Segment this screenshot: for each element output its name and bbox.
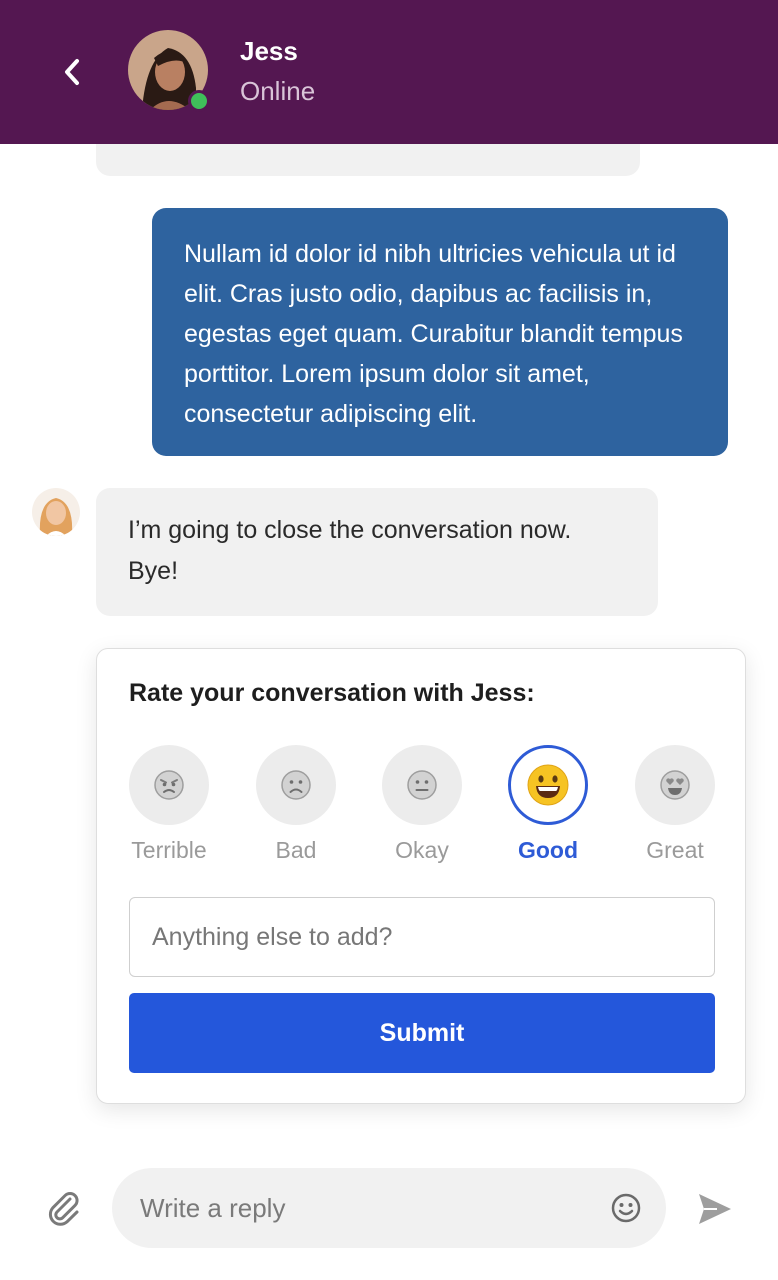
rating-label: Good	[517, 837, 579, 863]
neutral-face-icon	[407, 770, 437, 800]
rating-option-terrible[interactable]: Terrible	[114, 745, 224, 864]
rating-face-circle	[382, 745, 462, 825]
smiley-icon	[611, 1193, 641, 1223]
send-button[interactable]	[694, 1188, 736, 1230]
rating-label: Bad	[275, 837, 317, 863]
rating-face-circle	[256, 745, 336, 825]
rating-face-circle	[129, 745, 209, 825]
rating-label: Terrible	[131, 837, 207, 863]
rating-option-great[interactable]: Great	[620, 745, 730, 864]
agent-name: Jess	[240, 36, 298, 66]
emoji-button[interactable]	[610, 1192, 642, 1224]
rating-option-good[interactable]: Good	[493, 745, 603, 864]
attach-button[interactable]	[44, 1188, 86, 1230]
rating-label: Great	[646, 837, 704, 863]
back-button[interactable]	[52, 50, 92, 94]
rating-card: Rate your conversation with Jess: Terrib…	[96, 648, 746, 1104]
grinning-face-icon	[527, 764, 569, 806]
online-status-dot	[188, 90, 210, 112]
send-icon	[699, 1194, 731, 1224]
chat-header: Jess Online	[0, 0, 778, 144]
frowning-face-icon	[281, 770, 311, 800]
incoming-message-bubble: I’m going to close the conversation now.…	[96, 488, 658, 616]
outgoing-message-text: Nullam id dolor id nibh ultricies vehicu…	[184, 240, 683, 428]
angry-face-icon	[154, 770, 184, 800]
rating-option-bad[interactable]: Bad	[241, 745, 351, 864]
chevron-left-icon	[65, 59, 79, 85]
reply-box	[112, 1168, 666, 1248]
rating-option-okay[interactable]: Okay	[367, 745, 477, 864]
rating-face-circle	[508, 745, 588, 825]
outgoing-message-bubble: Nullam id dolor id nibh ultricies vehicu…	[152, 208, 728, 456]
feedback-input[interactable]	[129, 897, 715, 977]
agent-small-avatar	[32, 488, 80, 536]
heart-eyes-face-icon	[660, 770, 690, 800]
agent-avatar-container	[128, 30, 210, 112]
rating-face-circle	[635, 745, 715, 825]
incoming-message-text: I’m going to close the conversation now.…	[128, 516, 572, 585]
reply-input[interactable]	[140, 1168, 600, 1248]
agent-status: Online	[240, 76, 316, 106]
submit-button[interactable]: Submit	[129, 993, 715, 1073]
paperclip-icon	[48, 1192, 79, 1226]
rating-title: Rate your conversation with Jess:	[129, 679, 535, 707]
rating-label: Okay	[395, 837, 449, 863]
